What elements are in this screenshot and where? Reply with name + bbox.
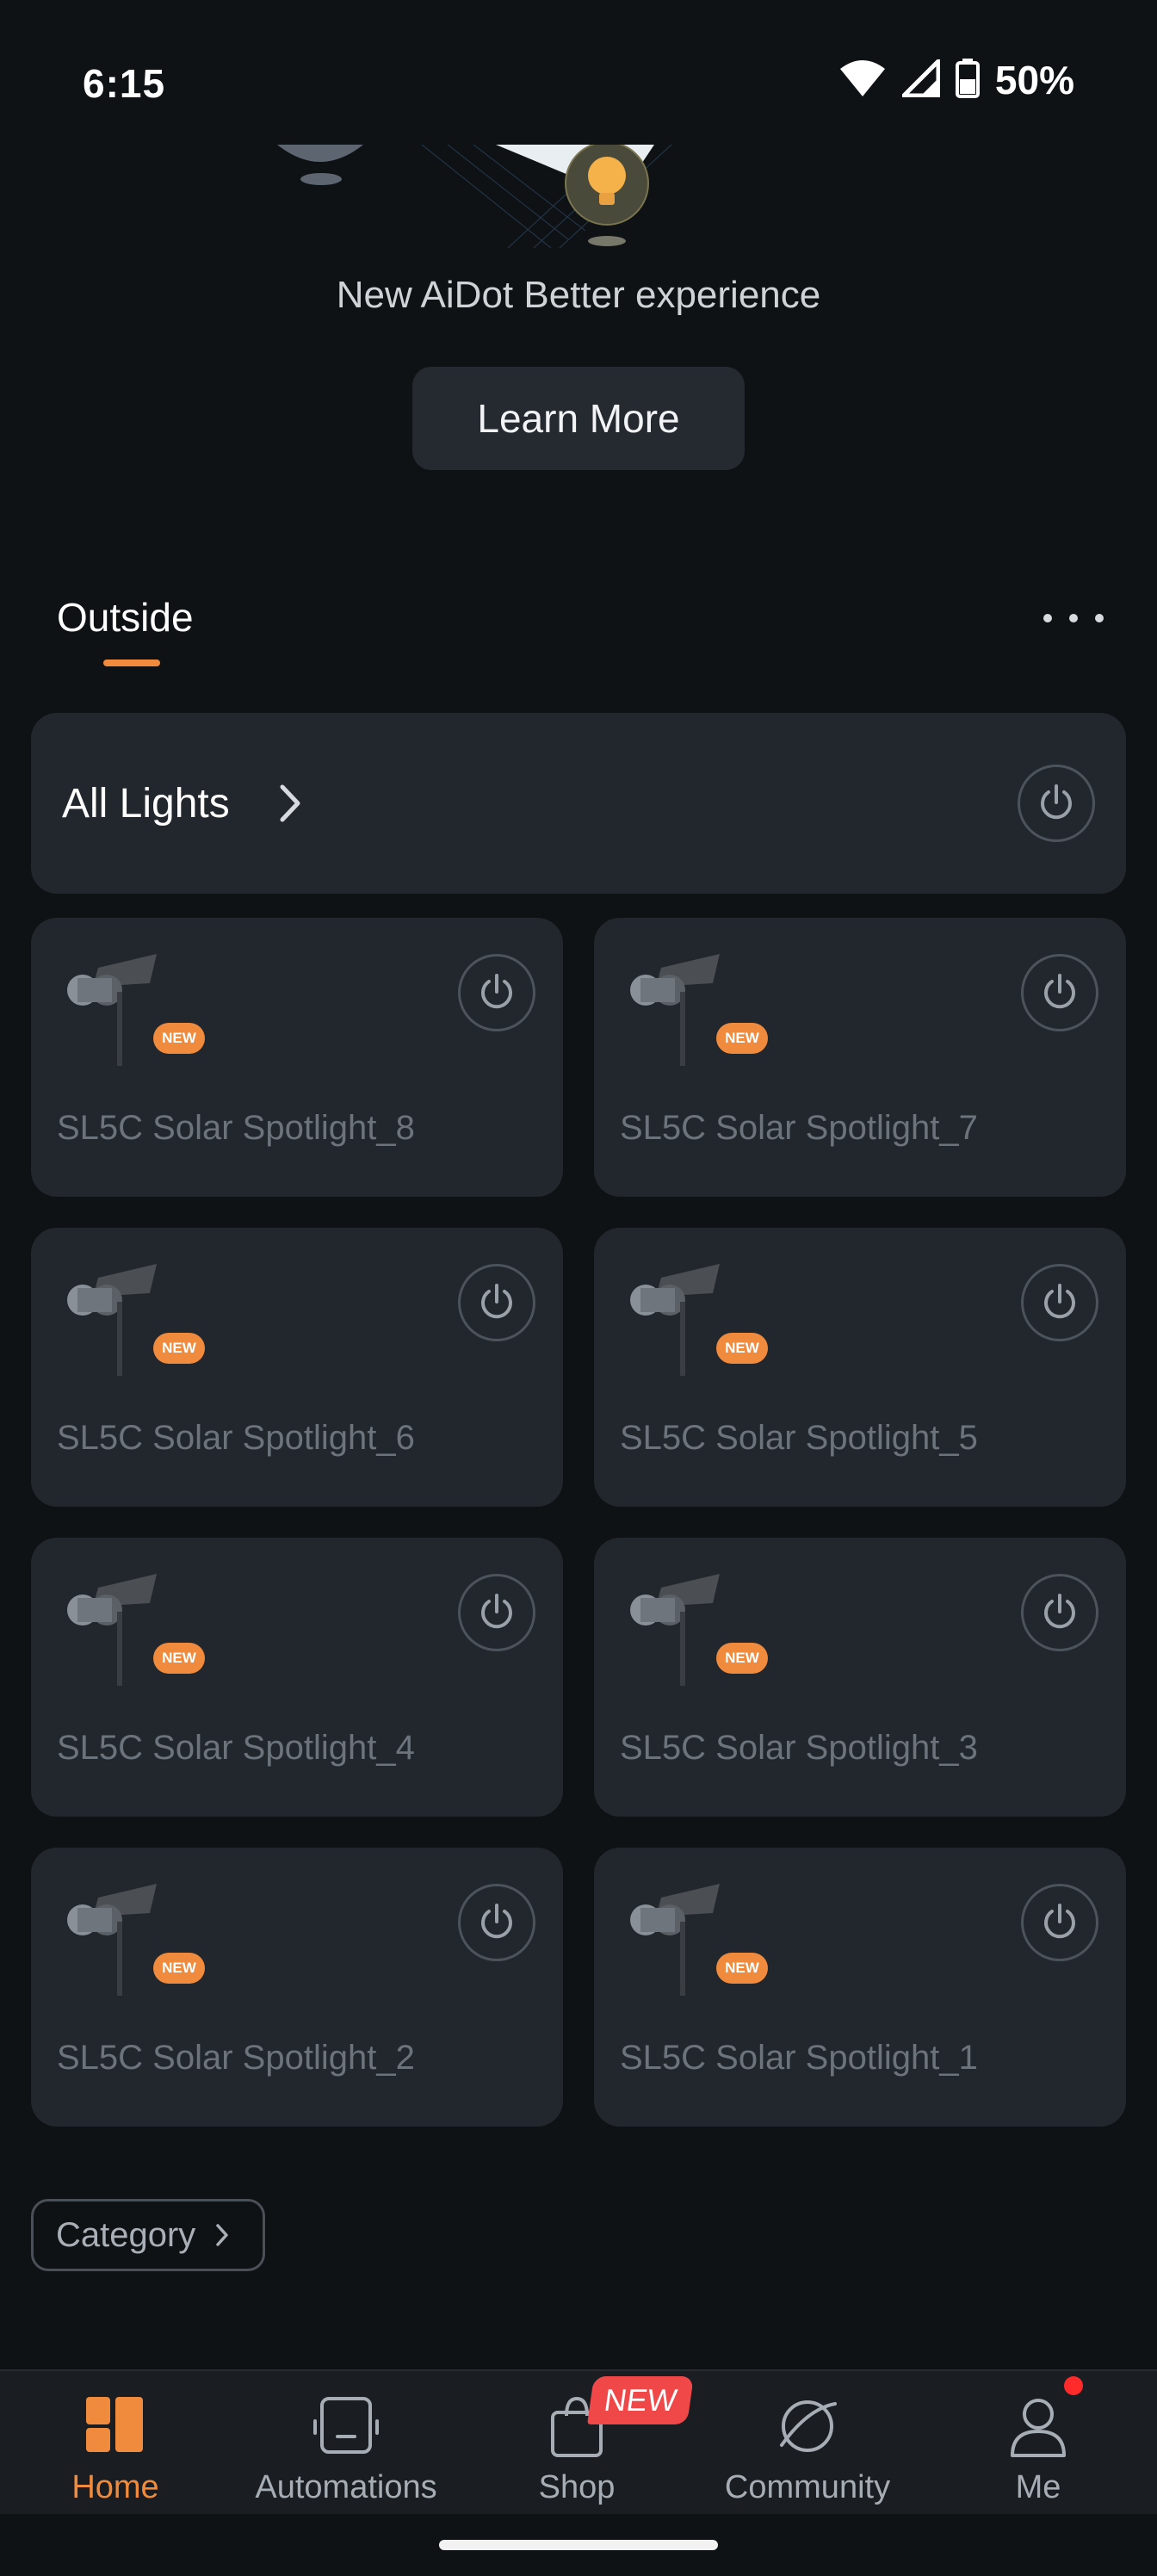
new-badge: NEW [153, 1953, 205, 1984]
nav-home-label: Home [71, 2469, 159, 2505]
device-power-button[interactable] [458, 1264, 535, 1341]
device-power-button[interactable] [458, 1884, 535, 1961]
power-icon [481, 1594, 512, 1629]
more-options-icon[interactable] [1043, 603, 1104, 634]
nav-shop-label: Shop [538, 2469, 616, 2505]
new-badge: NEW [153, 1023, 205, 1054]
device-name: SL5C Solar Spotlight_3 [620, 1729, 978, 1767]
new-badge: NEW [716, 1333, 768, 1364]
category-button[interactable]: Category [31, 2199, 265, 2271]
device-name: SL5C Solar Spotlight_7 [620, 1109, 978, 1147]
gesture-handle[interactable] [439, 2540, 718, 2550]
solar-spotlight-icon [630, 1884, 720, 1996]
device-name: SL5C Solar Spotlight_4 [57, 1729, 415, 1767]
power-icon [1044, 974, 1075, 1009]
profile-icon [1011, 2399, 1066, 2457]
solar-spotlight-icon [630, 1264, 720, 1376]
status-icons: 50% [838, 55, 1074, 103]
device-power-button[interactable] [458, 954, 535, 1031]
all-lights-card[interactable]: All Lights [31, 713, 1126, 894]
chevron-right-icon [280, 784, 300, 822]
device-power-button[interactable] [1021, 1264, 1098, 1341]
battery-percentage: 50% [994, 58, 1074, 102]
home-icon [86, 2397, 143, 2452]
notification-dot [1064, 2376, 1083, 2395]
device-card[interactable]: NEW SL5C Solar Spotlight_1 [594, 1848, 1126, 2127]
device-card[interactable]: NEW SL5C Solar Spotlight_6 [31, 1228, 563, 1507]
chevron-right-icon [216, 2224, 229, 2246]
new-badge: NEW [716, 1643, 768, 1674]
device-name: SL5C Solar Spotlight_5 [620, 1419, 978, 1457]
app-screen: 6:15 50% New AiDot Better experience Lea… [0, 0, 1157, 2576]
new-badge: NEW [716, 1953, 768, 1984]
wifi-icon [838, 59, 887, 102]
shop-new-badge: NEW [587, 2376, 694, 2424]
nav-community[interactable]: Community [692, 2371, 923, 2516]
room-tab-indicator [103, 659, 160, 666]
device-name: SL5C Solar Spotlight_8 [57, 1109, 415, 1147]
device-card[interactable]: NEW SL5C Solar Spotlight_8 [31, 918, 563, 1197]
banner-illustration [277, 145, 672, 249]
solar-spotlight-icon [67, 954, 157, 1066]
nav-home[interactable]: Home [0, 2371, 231, 2516]
status-time: 6:15 [83, 61, 166, 106]
signal-icon [898, 55, 941, 102]
power-icon [1044, 1904, 1075, 1939]
device-card[interactable]: NEW SL5C Solar Spotlight_2 [31, 1848, 563, 2127]
solar-spotlight-icon [630, 1574, 720, 1686]
device-name: SL5C Solar Spotlight_2 [57, 2039, 415, 2077]
solar-spotlight-icon [67, 1884, 157, 1996]
solar-spotlight-icon [630, 954, 720, 1066]
battery-icon [955, 58, 980, 102]
power-icon [481, 1284, 512, 1319]
nav-automations-label: Automations [255, 2469, 437, 2505]
banner-text: New AiDot Better experience [336, 274, 821, 316]
learn-more-button[interactable]: Learn More [412, 367, 745, 470]
nav-automations[interactable]: Automations [231, 2371, 461, 2516]
new-badge: NEW [153, 1333, 205, 1364]
community-planet-icon [780, 2400, 837, 2452]
device-card[interactable]: NEW SL5C Solar Spotlight_3 [594, 1538, 1126, 1817]
solar-spotlight-icon [67, 1574, 157, 1686]
nav-me[interactable]: Me [923, 2371, 1154, 2516]
device-power-button[interactable] [458, 1574, 535, 1651]
category-label: Category [56, 2215, 196, 2254]
device-card[interactable]: NEW SL5C Solar Spotlight_4 [31, 1538, 563, 1817]
new-badge: NEW [716, 1023, 768, 1054]
device-card[interactable]: NEW SL5C Solar Spotlight_7 [594, 918, 1126, 1197]
room-tab-outside[interactable]: Outside [57, 594, 194, 641]
power-icon [481, 974, 512, 1009]
device-card[interactable]: NEW SL5C Solar Spotlight_5 [594, 1228, 1126, 1507]
power-icon [1044, 1284, 1075, 1319]
device-power-button[interactable] [1021, 954, 1098, 1031]
power-icon [1044, 1594, 1075, 1629]
bottom-navigation: Home Automations Shop Community Me [0, 2369, 1157, 2514]
automations-icon [313, 2397, 379, 2454]
all-lights-power-button[interactable] [1018, 765, 1095, 842]
power-icon [481, 1904, 512, 1939]
nav-me-label: Me [1015, 2469, 1061, 2505]
device-name: SL5C Solar Spotlight_6 [57, 1419, 415, 1457]
device-power-button[interactable] [1021, 1574, 1098, 1651]
device-name: SL5C Solar Spotlight_1 [620, 2039, 978, 2077]
new-badge: NEW [153, 1643, 205, 1674]
status-bar: 6:15 50% [0, 0, 1157, 146]
nav-community-label: Community [724, 2469, 891, 2505]
solar-spotlight-icon [67, 1264, 157, 1376]
device-power-button[interactable] [1021, 1884, 1098, 1961]
all-lights-label: All Lights [62, 781, 230, 827]
power-icon [1041, 784, 1072, 820]
